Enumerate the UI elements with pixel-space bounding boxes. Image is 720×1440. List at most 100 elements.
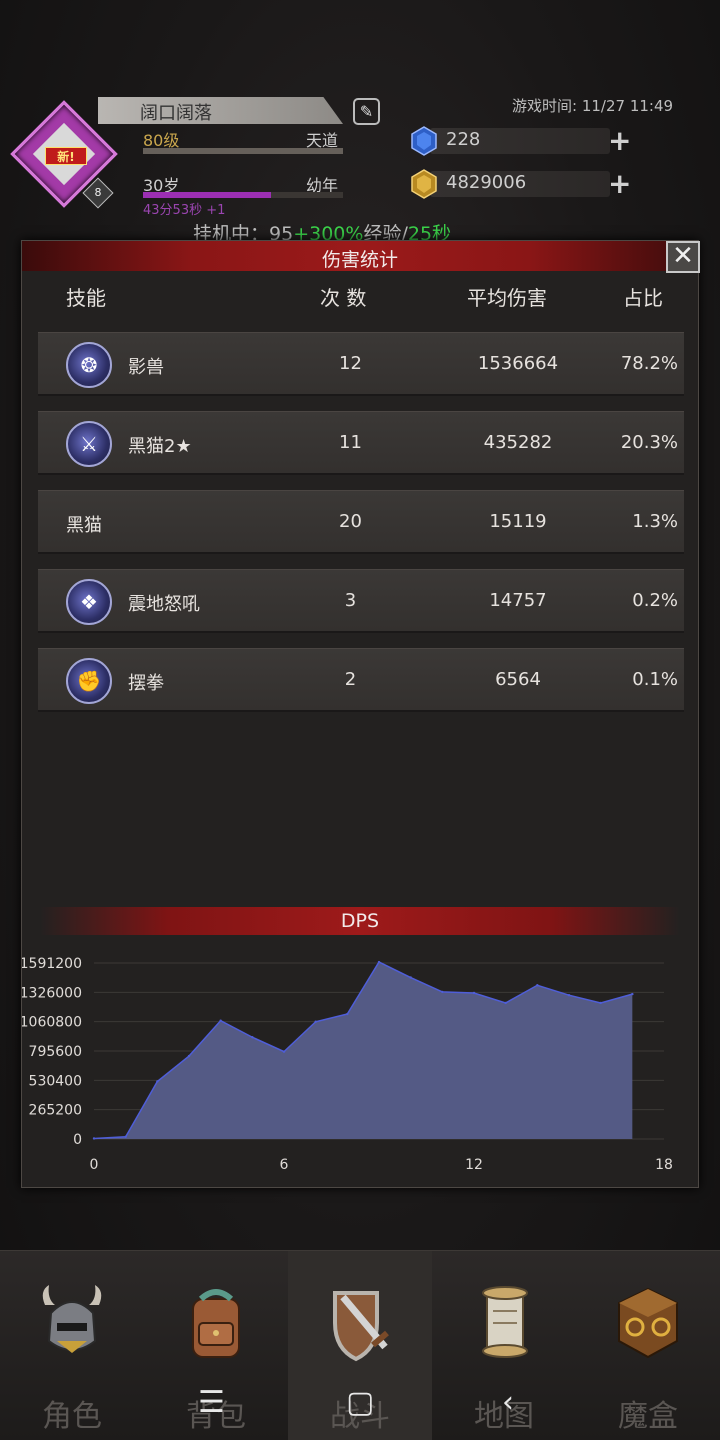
skill-name: 黑猫 <box>66 515 102 536</box>
add-gems-button[interactable]: + <box>608 124 631 157</box>
dps-point <box>251 1036 254 1039</box>
damage-stats-dialog: 伤害统计 ✕ 技能 次 数 平均伤害 占比 ❂ 影兽 12 1536664 78… <box>21 240 700 1188</box>
x-tick-label: 12 <box>465 1157 483 1173</box>
skill-name: 黑猫2★ <box>128 436 192 457</box>
nav-tab-magic-box[interactable]: 魔盒 <box>576 1251 720 1440</box>
sword-icon: ⚔ <box>66 421 112 467</box>
nav-label: 魔盒 <box>618 1399 678 1434</box>
dialog-title-bar: 伤害统计 <box>22 241 698 271</box>
hit-count: 3 <box>344 590 357 611</box>
dps-point <box>567 994 571 997</box>
gem-resource: 228 + <box>410 124 640 157</box>
home-nav-button[interactable]: ▢ <box>346 1385 374 1420</box>
gold-resource: 4829006 + <box>410 167 640 200</box>
dps-point <box>377 960 381 964</box>
table-row: ❖ 震地怒吼 3 14757 0.2% <box>38 569 684 633</box>
gold-gem-icon <box>411 169 437 199</box>
age-bar <box>143 192 343 198</box>
menu-nav-button[interactable]: ☰ <box>198 1385 225 1420</box>
dps-point <box>314 1020 317 1023</box>
shadow-beast-icon: ❂ <box>66 342 112 388</box>
gem-count: 228 <box>446 129 481 150</box>
avg-damage: 435282 <box>483 432 553 453</box>
y-tick-label: 1591200 <box>22 956 82 972</box>
name-plate <box>98 97 343 124</box>
avatar-level-badge: 8 <box>82 177 114 209</box>
dps-point <box>504 1001 507 1005</box>
dps-point <box>346 1012 349 1016</box>
avg-damage: 1536664 <box>477 353 559 374</box>
col-header-count: 次 数 <box>320 286 367 310</box>
magic-box-icon <box>618 1287 678 1359</box>
skill-name: 震地怒吼 <box>128 594 200 615</box>
hit-count: 20 <box>339 511 362 532</box>
roar-icon: ❖ <box>66 579 112 625</box>
y-tick-label: 1326000 <box>22 985 82 1001</box>
col-header-skill: 技能 <box>66 286 106 310</box>
close-button[interactable]: ✕ <box>666 241 700 273</box>
dps-chart: 0 265200 530400 795600 1060800 1326000 1591200… <box>22 956 673 1173</box>
damage-ratio: 20.3% <box>620 432 678 453</box>
dps-point <box>124 1135 127 1138</box>
damage-ratio: 0.2% <box>632 590 678 611</box>
close-icon: ✕ <box>672 241 694 271</box>
table-row: ✊ 摆拳 2 6564 0.1% <box>38 648 684 712</box>
skill-name: 影兽 <box>128 357 164 378</box>
add-gold-button[interactable]: + <box>608 167 631 200</box>
x-tick-label: 18 <box>655 1157 673 1173</box>
gold-count: 4829006 <box>446 172 527 193</box>
avg-damage: 14757 <box>489 590 547 611</box>
dialog-title: 伤害统计 <box>321 249 398 271</box>
pencil-icon: ✎ <box>359 102 374 121</box>
new-badge: 新! <box>45 147 87 165</box>
avg-damage: 6564 <box>495 669 541 690</box>
y-tick-label: 0 <box>73 1132 82 1148</box>
dps-point <box>599 1001 602 1005</box>
dps-title-bar: DPS <box>40 907 680 935</box>
damage-ratio: 1.3% <box>632 511 678 532</box>
y-tick-label: 265200 <box>29 1103 82 1119</box>
table-row: 黑猫 20 15119 1.3% <box>38 490 684 554</box>
table-row: ⚔ 黑猫2★ 11 435282 20.3% <box>38 411 684 475</box>
dps-point <box>219 1019 222 1022</box>
dps-point <box>472 991 476 995</box>
col-header-avg-damage: 平均伤害 <box>467 286 547 310</box>
dps-point <box>187 1054 191 1058</box>
dps-point <box>92 1137 96 1140</box>
skill-name: 摆拳 <box>128 673 164 694</box>
dps-point <box>409 976 412 979</box>
dps-point <box>631 992 634 996</box>
dps-point <box>282 1050 286 1053</box>
x-tick-label: 0 <box>90 1157 99 1173</box>
blue-gem-icon <box>411 126 437 156</box>
avg-damage: 15119 <box>489 511 547 532</box>
back-nav-button[interactable]: ‹ <box>502 1385 514 1420</box>
table-row: ❂ 影兽 12 1536664 78.2% <box>38 332 684 396</box>
hit-count: 2 <box>344 669 357 690</box>
level-bar <box>143 148 343 154</box>
shield-sword-icon <box>333 1291 389 1362</box>
y-tick-label: 795600 <box>29 1044 82 1060</box>
hit-count: 11 <box>339 432 362 453</box>
game-time: 游戏时间: 11/27 11:49 <box>512 97 674 115</box>
helmet-icon <box>42 1285 102 1353</box>
damage-ratio: 0.1% <box>632 669 678 690</box>
dps-point <box>156 1080 159 1083</box>
nav-tab-character[interactable]: 角色 <box>0 1251 144 1440</box>
dps-title: DPS <box>340 910 380 932</box>
scroll-map-icon <box>482 1286 528 1358</box>
y-tick-label: 530400 <box>29 1073 82 1089</box>
x-tick-label: 6 <box>280 1157 289 1173</box>
age-timer: 43分53秒 +1 <box>143 203 226 218</box>
y-tick-label: 1060800 <box>22 1015 82 1031</box>
edit-name-button[interactable]: ✎ <box>353 98 380 125</box>
dps-point <box>536 984 539 987</box>
damage-ratio: 78.2% <box>620 353 678 374</box>
backpack-icon <box>192 1289 240 1358</box>
col-header-ratio: 占比 <box>623 286 663 310</box>
nav-label: 角色 <box>42 1399 102 1434</box>
player-name: 阔口阔落 <box>140 103 212 124</box>
hit-count: 12 <box>339 353 362 374</box>
dps-point <box>441 990 444 994</box>
fist-icon: ✊ <box>66 658 112 704</box>
